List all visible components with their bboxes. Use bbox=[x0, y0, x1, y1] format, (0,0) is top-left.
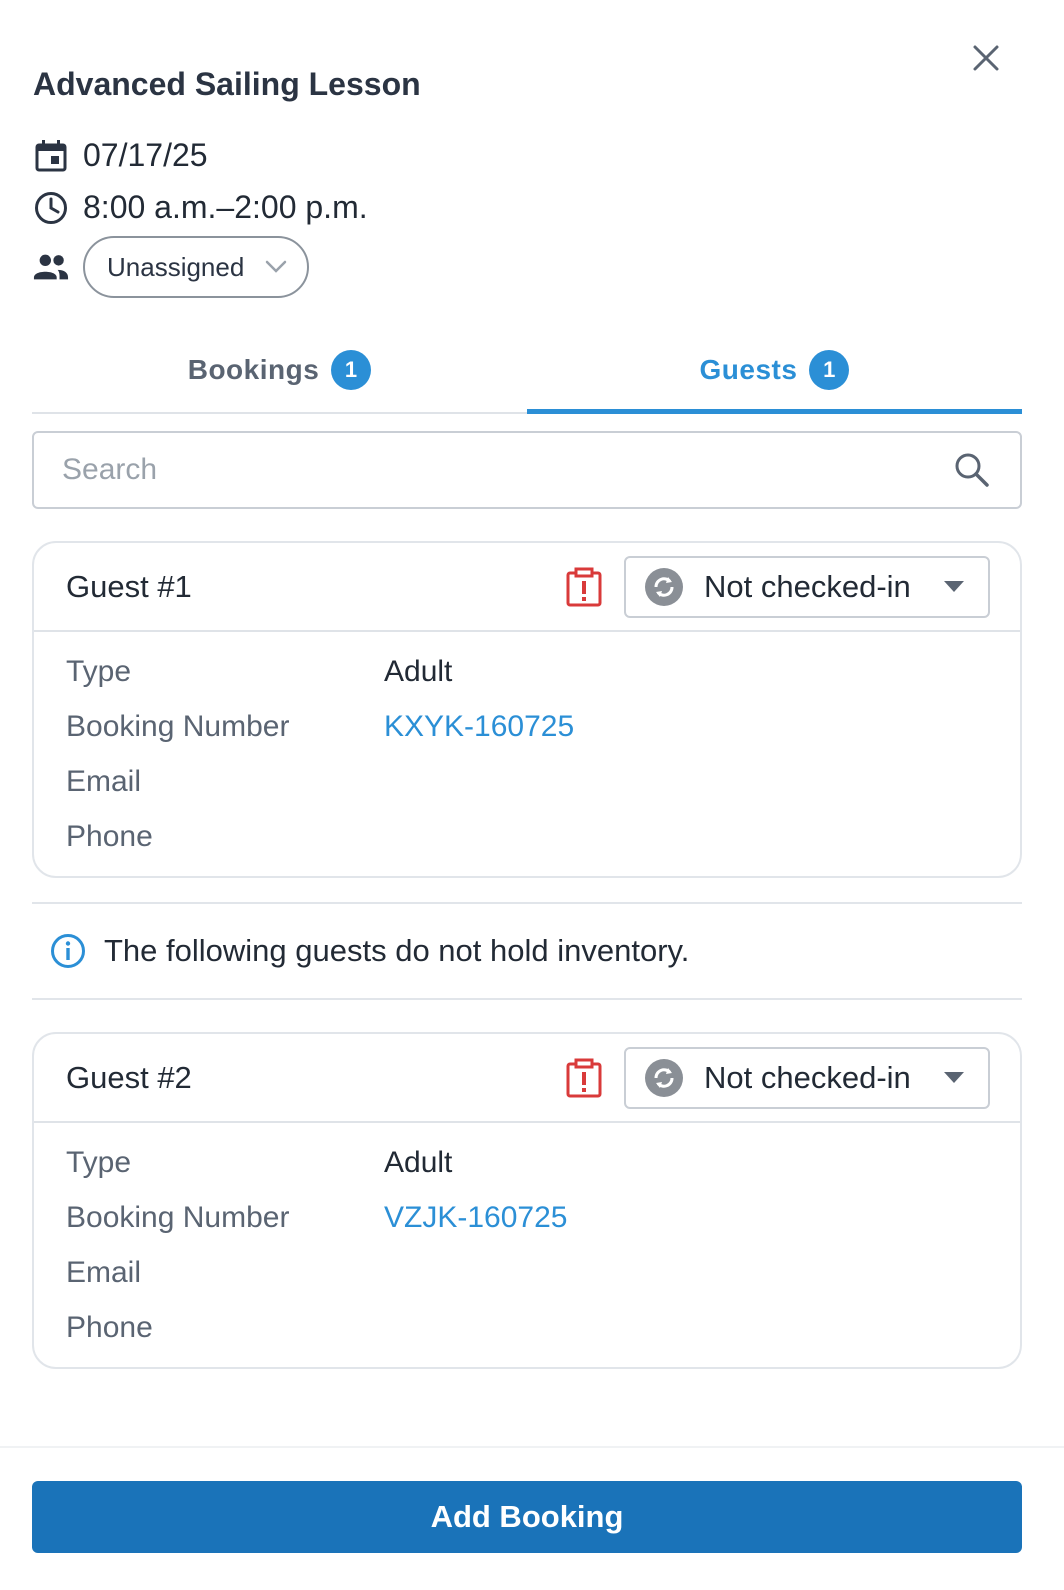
info-icon bbox=[51, 934, 85, 968]
people-icon bbox=[33, 249, 69, 285]
tab-bookings[interactable]: Bookings 1 bbox=[32, 328, 527, 412]
checkin-status-label: Not checked-in bbox=[704, 1059, 911, 1095]
tab-bookings-label: Bookings bbox=[187, 354, 320, 385]
event-date: 07/17/25 bbox=[83, 137, 208, 173]
type-label: Type bbox=[66, 1145, 132, 1179]
event-time-row: 8:00 a.m.–2:00 p.m. bbox=[33, 189, 368, 226]
guest-type-row: Type Adult bbox=[66, 644, 988, 699]
tab-bookings-count: 1 bbox=[331, 350, 372, 390]
clock-icon bbox=[33, 190, 69, 226]
sync-icon bbox=[645, 567, 683, 606]
guest-name: Guest #1 bbox=[66, 568, 192, 604]
close-icon bbox=[973, 45, 999, 71]
checkin-status-dropdown[interactable]: Not checked-in bbox=[624, 1046, 990, 1109]
guest-card-header: Guest #1 Not checked-in bbox=[34, 543, 1020, 632]
guest-card-body: Type Adult Booking Number VZJK-160725 Em… bbox=[34, 1123, 1020, 1367]
email-label: Email bbox=[66, 1255, 142, 1289]
inventory-info-banner: The following guests do not hold invento… bbox=[32, 902, 1022, 1000]
event-time: 8:00 a.m.–2:00 p.m. bbox=[83, 189, 368, 225]
chevron-down-icon bbox=[265, 260, 287, 273]
inventory-info-text: The following guests do not hold invento… bbox=[104, 933, 690, 968]
close-button[interactable] bbox=[966, 38, 1006, 78]
guest-email-row: Email bbox=[66, 1245, 988, 1300]
guest-card: Guest #2 Not checked-in Type Adult Booki… bbox=[32, 1032, 1022, 1369]
calendar-icon bbox=[33, 138, 69, 174]
guest-phone-row: Phone bbox=[66, 1300, 988, 1355]
tab-guests[interactable]: Guests 1 bbox=[527, 328, 1022, 414]
booking-number-label: Booking Number bbox=[66, 1200, 290, 1234]
search-box bbox=[32, 431, 1022, 509]
caret-down-icon bbox=[944, 1071, 964, 1083]
guest-phone-row: Phone bbox=[66, 809, 988, 864]
assignee-row: Unassigned bbox=[33, 236, 309, 298]
type-value: Adult bbox=[384, 1145, 453, 1179]
guest-email-row: Email bbox=[66, 754, 988, 809]
guest-card-body: Type Adult Booking Number KXYK-160725 Em… bbox=[34, 632, 1020, 876]
checkin-status-label: Not checked-in bbox=[704, 568, 911, 604]
booking-number-link[interactable]: VZJK-160725 bbox=[384, 1201, 567, 1235]
checkin-status-dropdown[interactable]: Not checked-in bbox=[624, 555, 990, 618]
sync-icon bbox=[645, 1058, 683, 1097]
event-date-row: 07/17/25 bbox=[33, 137, 208, 174]
footer: Add Booking bbox=[0, 1446, 1064, 1590]
booking-number-link[interactable]: KXYK-160725 bbox=[384, 710, 574, 744]
tab-guests-count: 1 bbox=[809, 350, 850, 390]
tab-bar: Bookings 1 Guests 1 bbox=[32, 328, 1022, 414]
alert-icon[interactable] bbox=[564, 1058, 604, 1098]
search-icon[interactable] bbox=[952, 450, 992, 490]
alert-icon[interactable] bbox=[564, 567, 604, 607]
guest-booking-row: Booking Number KXYK-160725 bbox=[66, 699, 988, 754]
email-label: Email bbox=[66, 764, 142, 798]
guest-booking-row: Booking Number VZJK-160725 bbox=[66, 1190, 988, 1245]
guest-type-row: Type Adult bbox=[66, 1135, 988, 1190]
guest-card-header: Guest #2 Not checked-in bbox=[34, 1034, 1020, 1123]
event-title: Advanced Sailing Lesson bbox=[33, 66, 421, 102]
guest-card: Guest #1 Not checked-in Type Adult Booki… bbox=[32, 541, 1022, 878]
phone-label: Phone bbox=[66, 1310, 153, 1344]
caret-down-icon bbox=[944, 580, 964, 592]
add-booking-button[interactable]: Add Booking bbox=[32, 1481, 1022, 1553]
tab-guests-label: Guests bbox=[699, 354, 798, 385]
assignee-label: Unassigned bbox=[107, 251, 245, 282]
booking-number-label: Booking Number bbox=[66, 709, 290, 743]
guest-name: Guest #2 bbox=[66, 1059, 192, 1095]
type-label: Type bbox=[66, 654, 132, 688]
phone-label: Phone bbox=[66, 819, 153, 853]
assignee-dropdown[interactable]: Unassigned bbox=[83, 236, 309, 298]
type-value: Adult bbox=[384, 654, 453, 688]
search-input[interactable] bbox=[62, 453, 952, 487]
